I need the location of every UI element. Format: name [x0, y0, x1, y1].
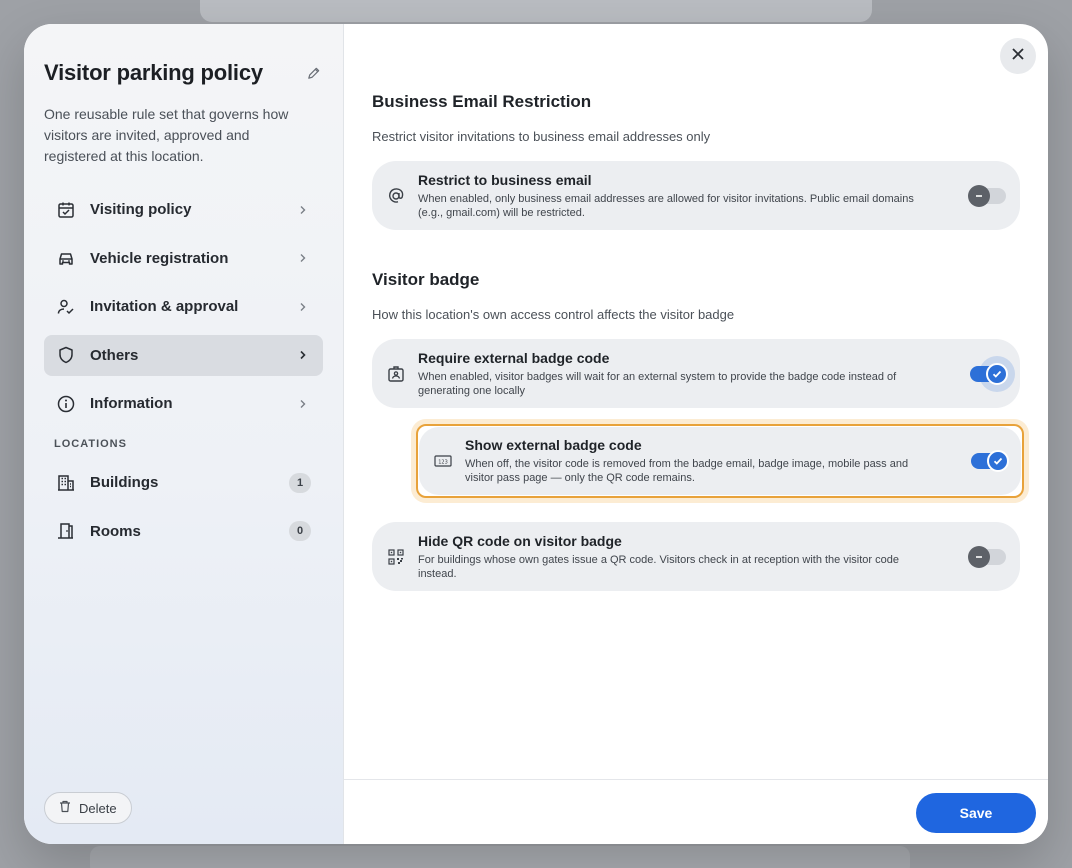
- setting-card-restrict-business-email: Restrict to business email When enabled,…: [372, 161, 1020, 230]
- delete-button[interactable]: Delete: [44, 792, 132, 824]
- setting-card-show-external-badge-code: 123 Show external badge code When off, t…: [419, 427, 1021, 495]
- sidebar-item-label: Vehicle registration: [90, 249, 229, 267]
- policy-modal: Visitor parking policy One reusable rule…: [24, 24, 1048, 844]
- sidebar-item-invitation-approval[interactable]: Invitation & approval: [44, 286, 323, 327]
- toggle-off-knob: [968, 184, 990, 207]
- sidebar: Visitor parking policy One reusable rule…: [24, 24, 344, 844]
- chevron-right-icon: [295, 396, 311, 412]
- setting-text: Hide QR code on visitor badge For buildi…: [418, 533, 970, 581]
- id-badge-icon: [386, 364, 406, 384]
- sidebar-item-label: Invitation & approval: [90, 298, 239, 315]
- toggle-on-knob: [986, 362, 1008, 385]
- setting-card-require-external-badge-code: Require external badge code When enabled…: [372, 339, 1020, 408]
- section-title: Visitor badge: [372, 270, 480, 289]
- toggle-off-knob: [968, 545, 990, 568]
- edit-pencil-icon[interactable]: [303, 63, 323, 83]
- shield-icon: [56, 345, 76, 365]
- close-button[interactable]: [1000, 38, 1036, 74]
- delete-label: Delete: [79, 800, 117, 816]
- settings-panel: Business Email Restriction Restrict visi…: [344, 24, 1048, 844]
- close-icon: [1011, 47, 1025, 66]
- chevron-right-icon: [295, 250, 311, 266]
- restrict-business-email-toggle[interactable]: [968, 184, 1006, 207]
- setting-description: When enabled, visitor badges will wait f…: [418, 370, 897, 397]
- setting-description: When enabled, only business email addres…: [418, 192, 914, 219]
- modal-footer: Save: [344, 779, 1048, 844]
- hide-qr-code-toggle[interactable]: [968, 545, 1006, 568]
- sidebar-item-label: Buildings: [90, 474, 159, 491]
- section-subtitle: How this location's own access control a…: [372, 307, 735, 322]
- setting-text: Restrict to business email When enabled,…: [418, 172, 970, 220]
- setting-text: Require external badge code When enabled…: [418, 350, 970, 398]
- svg-text:123: 123: [438, 460, 448, 466]
- setting-card-hide-qr-code: Hide QR code on visitor badge For buildi…: [372, 522, 1020, 591]
- sidebar-header: Visitor parking policy: [44, 58, 323, 88]
- require-external-badge-code-toggle[interactable]: [970, 355, 1015, 392]
- toggle-on-knob: [987, 450, 1009, 472]
- policy-description: One reusable rule set that governs how v…: [44, 106, 289, 164]
- chevron-right-icon: [295, 202, 311, 218]
- sidebar-item-label: Others: [90, 346, 139, 364]
- section-title: Business Email Restriction: [372, 92, 592, 111]
- locations-heading: LOCATIONS: [54, 438, 127, 450]
- sidebar-item-rooms[interactable]: Rooms 0: [44, 511, 323, 552]
- calendar-check-icon: [56, 200, 76, 220]
- setting-title: Restrict to business email: [418, 171, 592, 188]
- sidebar-item-information[interactable]: Information: [44, 383, 323, 424]
- settings-content: Business Email Restriction Restrict visi…: [372, 92, 1024, 591]
- sidebar-item-visiting-policy[interactable]: Visiting policy: [44, 189, 323, 230]
- sidebar-item-label: Information: [90, 395, 173, 412]
- policy-title: Visitor parking policy: [44, 60, 263, 85]
- setting-description: When off, the visitor code is removed fr…: [465, 458, 909, 484]
- building-icon: [56, 473, 76, 493]
- highlighted-setting-outline: 123 Show external badge code When off, t…: [416, 424, 1024, 498]
- show-external-badge-code-toggle[interactable]: [971, 450, 1009, 472]
- sidebar-item-vehicle-registration[interactable]: Vehicle registration: [44, 238, 323, 279]
- user-check-icon: [56, 297, 76, 317]
- sidebar-item-buildings[interactable]: Buildings 1: [44, 462, 323, 503]
- background-search-bar: [200, 0, 872, 22]
- sidebar-item-label: Rooms: [90, 522, 141, 540]
- door-icon: [56, 521, 76, 541]
- count-badge: 0: [289, 521, 311, 541]
- chevron-right-icon: [295, 299, 311, 315]
- qr-code-icon: [386, 547, 406, 567]
- section-subtitle: Restrict visitor invitations to business…: [372, 129, 711, 144]
- number-code-icon: 123: [433, 451, 453, 471]
- sidebar-item-others[interactable]: Others: [44, 334, 323, 376]
- save-button[interactable]: Save: [916, 793, 1036, 833]
- car-icon: [56, 248, 76, 268]
- setting-text: Show external badge code When off, the v…: [465, 437, 971, 485]
- chevron-right-icon: [295, 347, 311, 363]
- sidebar-item-label: Visiting policy: [90, 201, 192, 218]
- background-bottom-bar: [90, 846, 910, 868]
- setting-title: Show external badge code: [465, 437, 642, 453]
- setting-title: Require external badge code: [418, 349, 610, 366]
- setting-description: For buildings whose own gates issue a QR…: [418, 553, 899, 580]
- sidebar-nav: Visiting policy Vehicle registration Inv…: [44, 189, 323, 424]
- setting-title: Hide QR code on visitor badge: [418, 532, 622, 549]
- trash-icon: [59, 800, 71, 816]
- at-sign-icon: [386, 186, 406, 206]
- info-icon: [56, 394, 76, 414]
- count-badge: 1: [289, 472, 311, 493]
